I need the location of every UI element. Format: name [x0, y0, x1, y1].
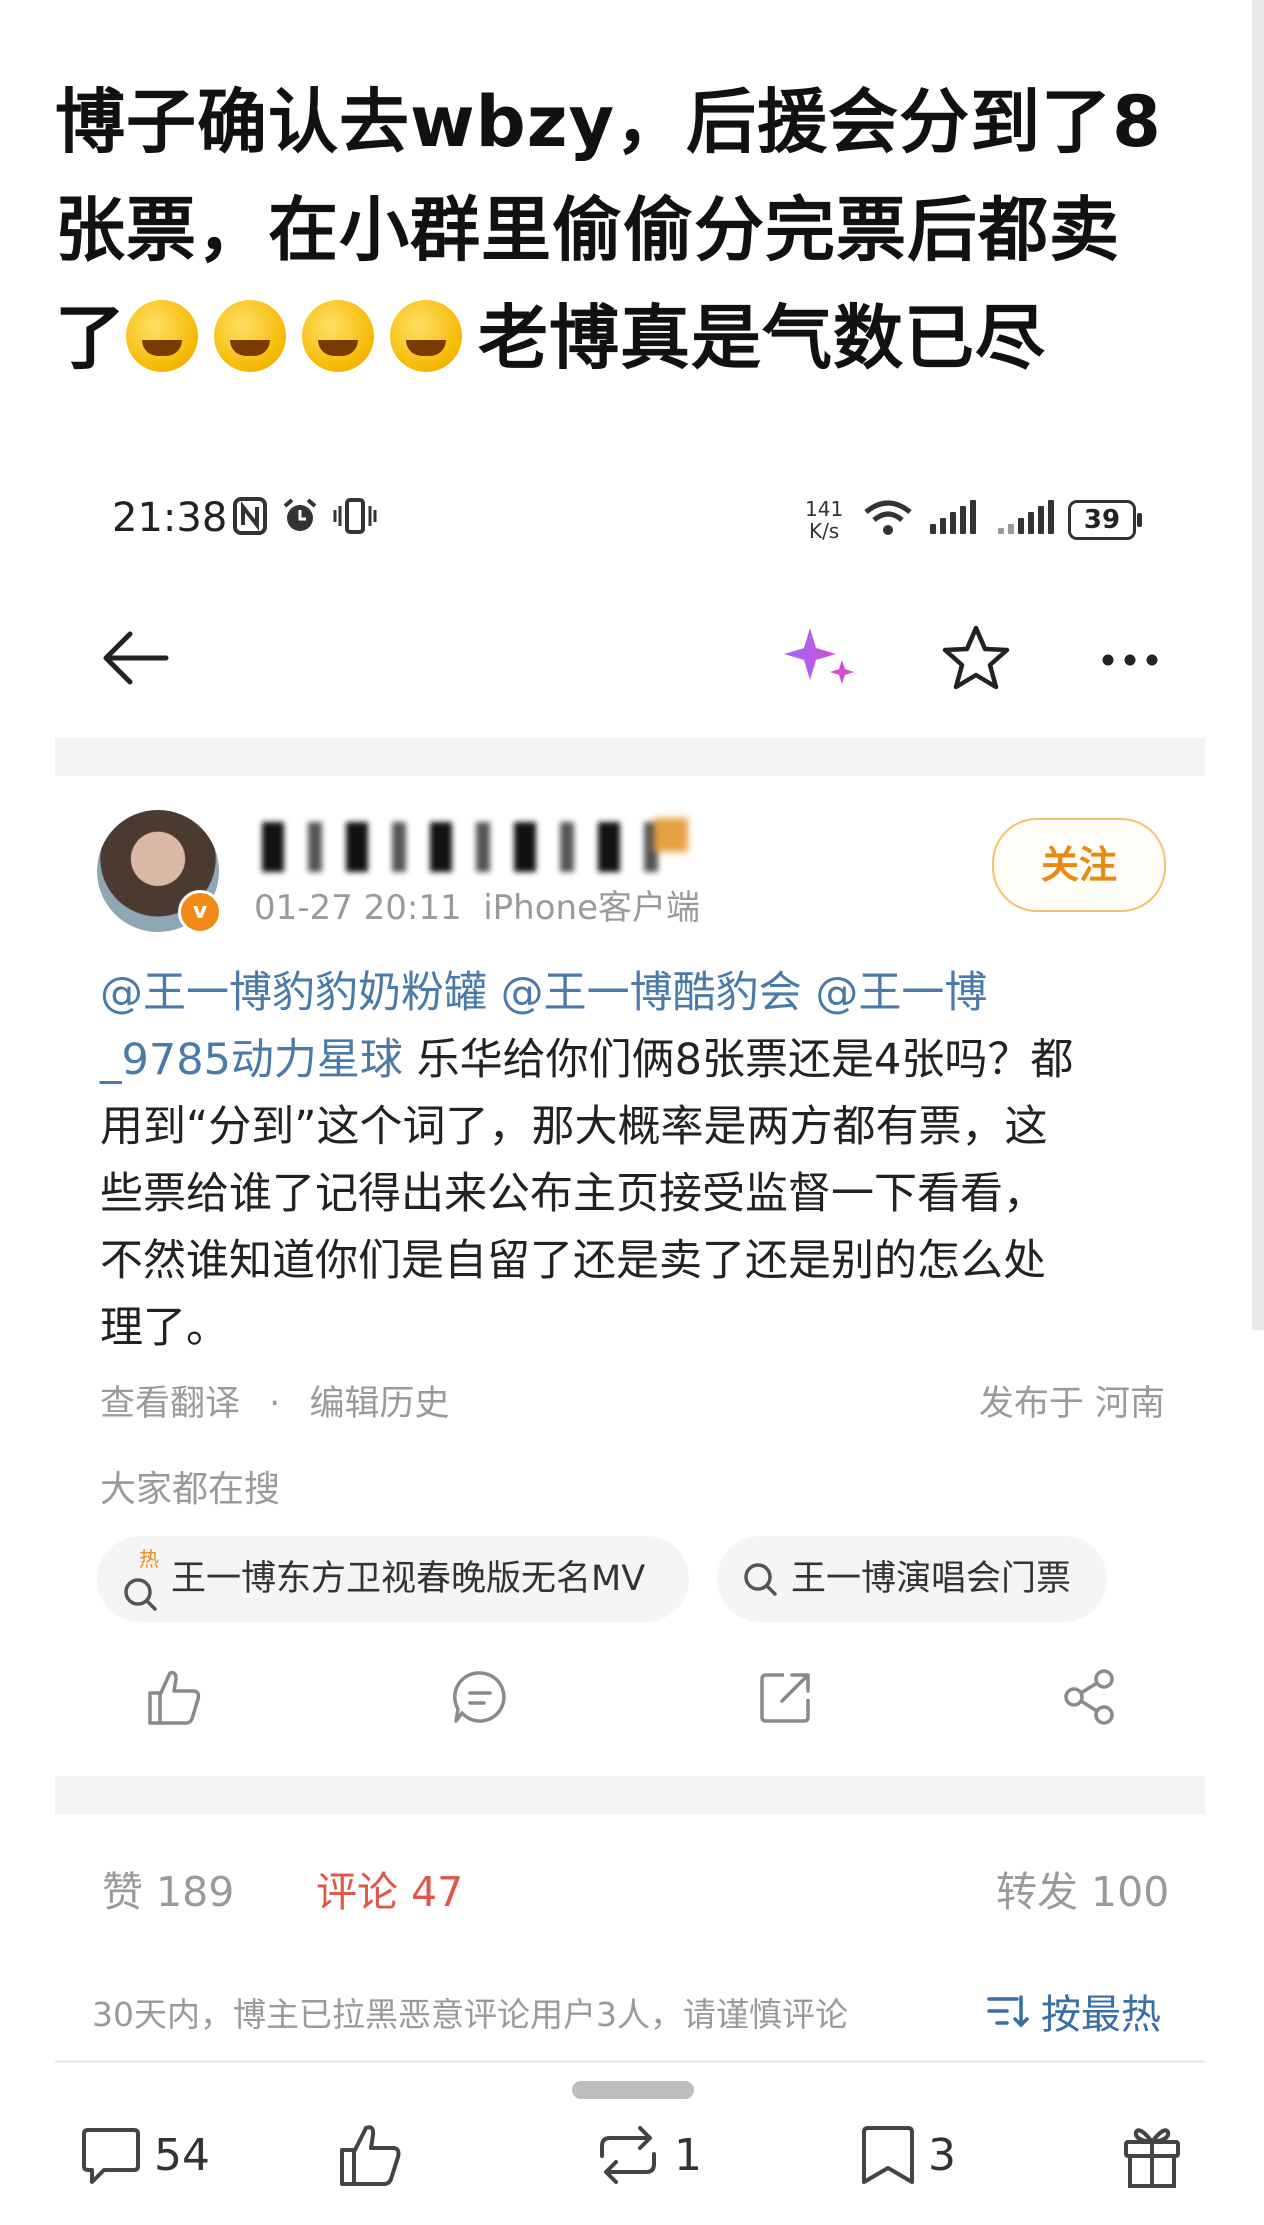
repost-icon [600, 2126, 656, 2184]
favorite-star-icon[interactable] [940, 622, 1012, 694]
trending-search-title: 大家都在搜 [100, 1469, 281, 1510]
share-icon[interactable] [1058, 1665, 1122, 1729]
post-footer-row: 查看翻译 · 编辑历史 发布于 河南 [100, 1375, 1165, 1426]
headline: 博子确认去wbzy，后援会分到了8 张票，在小群里偷偷分完票后都卖 了老博真是气… [55, 68, 1205, 392]
nfc-icon [232, 496, 268, 545]
share-out-icon[interactable] [754, 1665, 818, 1729]
search-chip-label: 王一博演唱会门票 [791, 1559, 1072, 1599]
back-arrow-icon[interactable] [100, 622, 172, 694]
section-divider [55, 1776, 1205, 1814]
gift-icon [1124, 2128, 1180, 2188]
section-divider [55, 738, 1205, 776]
post-body: @王一博豹豹奶粉罐 @王一博酷豹会 @王一博 _9785动力星球 乐华给你们俩8… [100, 968, 1074, 1353]
thumbs-up-icon [340, 2125, 401, 2186]
bottom-gift-button[interactable] [1120, 2110, 1184, 2200]
tab-likes[interactable]: 赞 189 [102, 1858, 234, 1918]
search-chip[interactable]: 王一博演唱会门票 [717, 1536, 1107, 1622]
hot-badge: 热 [139, 1547, 159, 1571]
scrollbar[interactable] [1252, 0, 1264, 1330]
post-date: 01-27 20:11 [254, 888, 462, 928]
bottom-like-button[interactable] [336, 2110, 406, 2200]
ai-sparkle-icon[interactable] [782, 622, 862, 692]
hot-search-icon: 热 [121, 1549, 161, 1611]
laughing-emoji-icon [302, 300, 374, 372]
laughing-emoji-icon [390, 300, 462, 372]
mention-link[interactable]: @王一博 [815, 968, 987, 1018]
bottom-favorite-button[interactable]: 3 [858, 2110, 956, 2200]
network-speed: 141 K/s [805, 497, 844, 543]
vibrate-icon [333, 498, 377, 538]
edit-history-link[interactable]: 编辑历史 [309, 1384, 449, 1424]
tab-comments[interactable]: 评论 47 [316, 1858, 463, 1918]
bookmark-icon [862, 2126, 914, 2184]
comment-icon[interactable] [448, 1665, 512, 1729]
comment-bubble-icon [82, 2128, 140, 2184]
post-client: iPhone客户端 [483, 888, 700, 928]
bottom-repost-button[interactable]: 1 [592, 2110, 702, 2200]
wifi-icon [863, 500, 913, 542]
laughing-emoji-icon [214, 300, 286, 372]
more-options-icon[interactable] [1098, 630, 1162, 690]
separator: · [269, 1384, 281, 1424]
home-indicator[interactable] [572, 2081, 694, 2099]
post-location: 发布于 河南 [978, 1384, 1165, 1424]
comment-notice: 30天内，博主已拉黑恶意评论用户3人，请谨慎评论 [92, 1995, 848, 2034]
search-chip[interactable]: 热 王一博东方卫视春晚版无名MV [97, 1536, 689, 1622]
username-blurred[interactable] [262, 822, 682, 872]
tab-reposts[interactable]: 转发 100 [996, 1858, 1169, 1918]
mention-link[interactable]: @王一博酷豹会 [501, 968, 802, 1018]
verified-badge: v [178, 890, 222, 934]
search-chip-label: 王一博东方卫视春晚版无名MV [171, 1559, 646, 1599]
headline-line-1: 博子确认去wbzy，后援会分到了8 [55, 81, 1162, 163]
bottom-comment-button[interactable]: 54 [78, 2110, 210, 2200]
search-icon [744, 1563, 777, 1596]
sort-icon [987, 1995, 1029, 2028]
signal-2-icon [998, 500, 1054, 534]
like-icon[interactable] [142, 1665, 206, 1729]
signal-1-icon [930, 500, 976, 534]
divider [55, 2060, 1205, 2063]
translate-link[interactable]: 查看翻译 [100, 1384, 240, 1424]
alarm-icon [280, 496, 320, 540]
headline-line-2: 张票，在小群里偷偷分完票后都卖 [55, 189, 1120, 271]
mention-link[interactable]: @王一博豹豹奶粉罐 [100, 968, 487, 1018]
headline-line-3: 了老博真是气数已尽 [55, 297, 1046, 379]
post-meta: 01-27 20:11 iPhone客户端 [254, 880, 700, 929]
mention-link[interactable]: _9785动力星球 [100, 1035, 403, 1085]
sort-button[interactable]: 按最热 [985, 1982, 1161, 2040]
laughing-emoji-icon [126, 300, 198, 372]
battery-indicator: 39 [1068, 500, 1142, 540]
follow-button[interactable]: 关注 [992, 818, 1166, 912]
status-time: 21:38 [112, 495, 228, 541]
